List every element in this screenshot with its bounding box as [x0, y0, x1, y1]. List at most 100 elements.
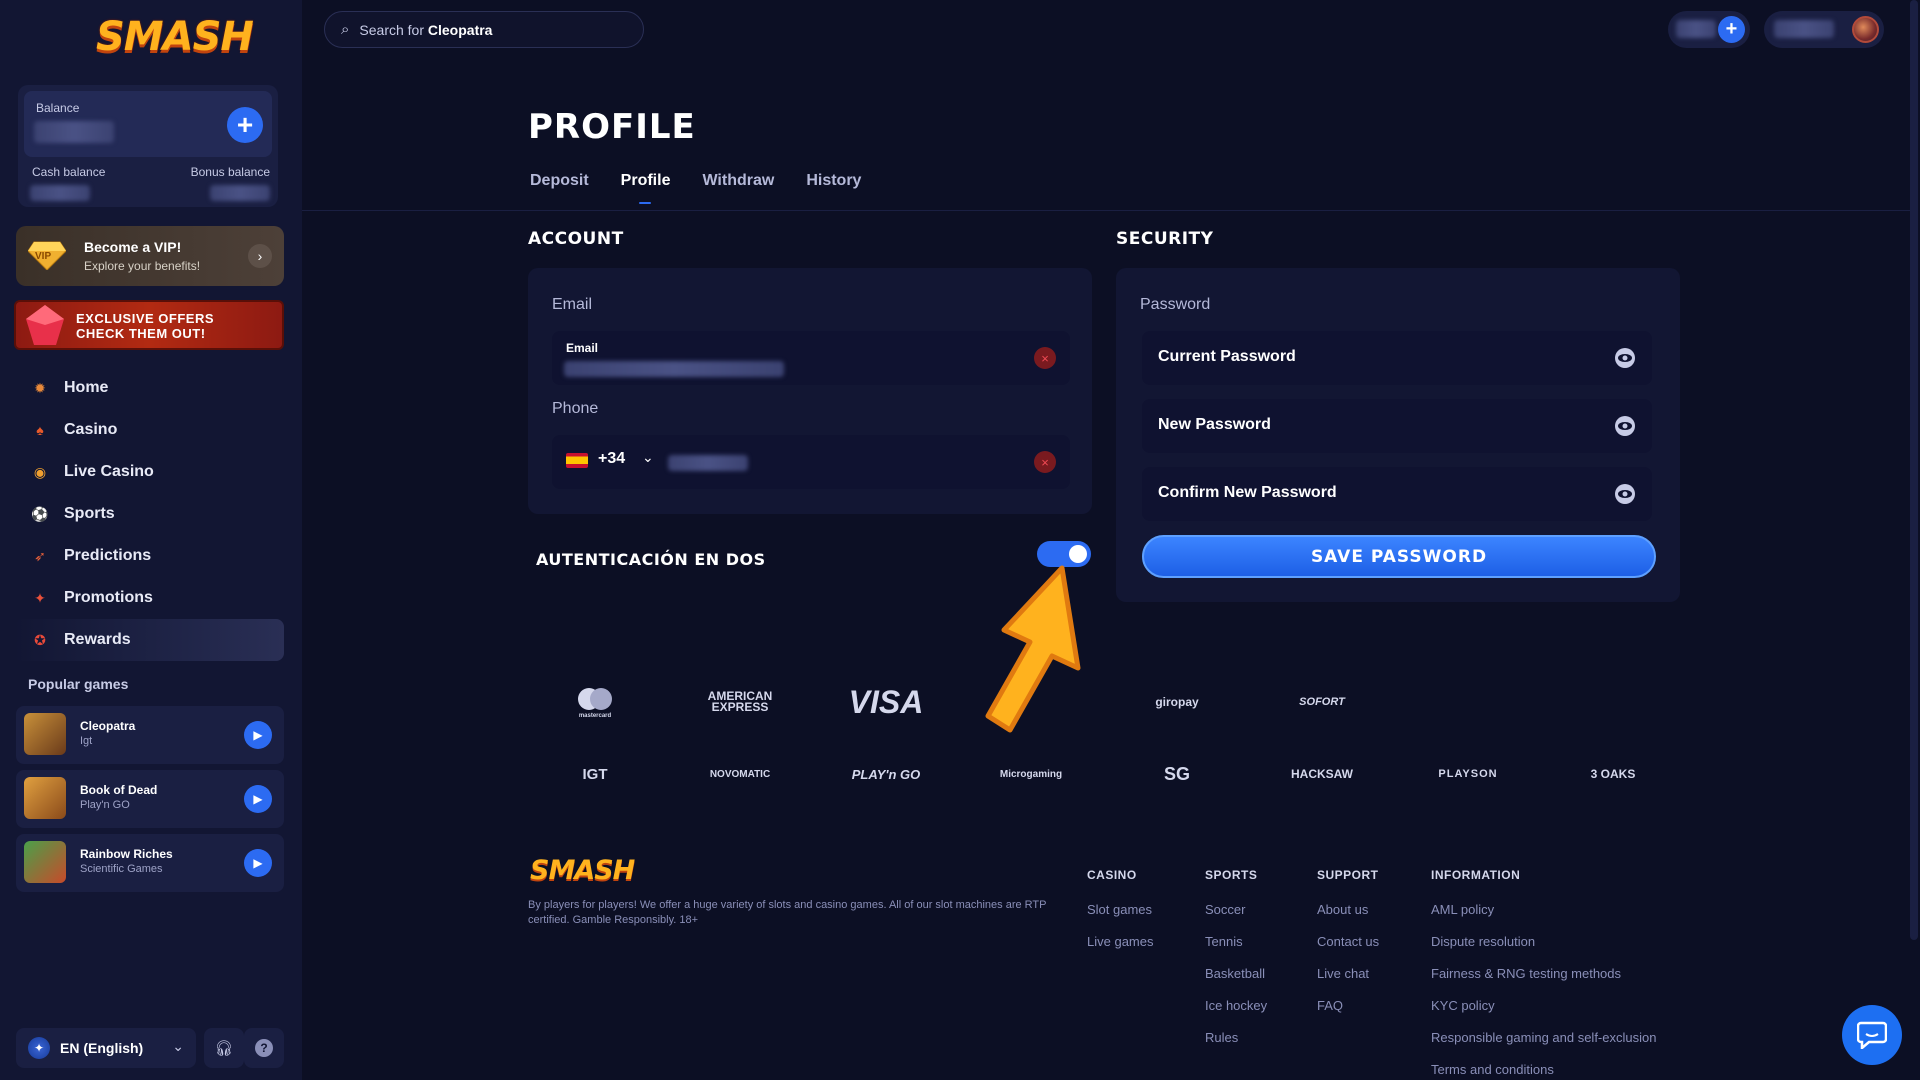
chevron-right-icon[interactable]: › — [248, 244, 272, 268]
confirm-password-field[interactable]: Confirm New Password — [1142, 467, 1652, 521]
help-button[interactable]: ? — [244, 1028, 284, 1068]
current-password-field[interactable]: Current Password — [1142, 331, 1652, 385]
home-icon: ✹ — [34, 379, 46, 396]
close-icon: × — [1041, 454, 1049, 470]
game-provider: Igt — [80, 735, 93, 747]
footer-link[interactable]: Rules — [1205, 1030, 1267, 1062]
page-title: PROFILE — [528, 107, 696, 147]
language-selector[interactable]: ✦ EN (English) ⌄ — [16, 1028, 196, 1068]
nav-item-predictions[interactable]: ➶ Predictions — [14, 535, 284, 577]
game-item[interactable]: Book of Dead Play'n GO ▶ — [16, 770, 284, 828]
balance-card: Balance + Cash balance Bonus balance — [18, 85, 278, 207]
footer-link[interactable]: Basketball — [1205, 966, 1267, 998]
footer-link[interactable]: FAQ — [1317, 998, 1379, 1030]
support-button[interactable]: 🎧︎ — [204, 1028, 244, 1068]
cash-balance-label: Cash balance — [32, 165, 106, 179]
sofort-logo: SOFORT — [1299, 696, 1345, 708]
nav-item-sports[interactable]: ⚽ Sports — [14, 493, 284, 535]
footer-link[interactable]: Terms and conditions — [1431, 1062, 1656, 1080]
vip-title: Become a VIP! — [84, 239, 182, 255]
footer-link[interactable]: KYC policy — [1431, 998, 1656, 1030]
search-bar[interactable]: ⌕ Search for Cleopatra — [324, 11, 644, 48]
email-field[interactable]: Email × — [552, 331, 1070, 385]
phone-value-hidden — [668, 455, 748, 471]
nav-label: Rewards — [64, 631, 131, 648]
search-prefix: Search for — [359, 21, 424, 38]
help-icon: ? — [255, 1039, 273, 1057]
tab-history[interactable]: History — [806, 172, 861, 204]
footer-link[interactable]: Contact us — [1317, 934, 1379, 966]
clear-email-button[interactable]: × — [1034, 347, 1056, 369]
phone-field[interactable]: +34 ⌄ × — [552, 435, 1070, 489]
eye-icon[interactable] — [1614, 347, 1636, 369]
footer-link[interactable]: Ice hockey — [1205, 998, 1267, 1030]
account-panel: Email Email × Phone +34 ⌄ × — [528, 268, 1092, 514]
footer-col-sports: SPORTS Soccer Tennis Basketball Ice hock… — [1205, 868, 1267, 1062]
country-code[interactable]: +34 — [598, 450, 625, 468]
offers-line-2: CHECK THEM OUT! — [76, 326, 206, 341]
game-item[interactable]: Rainbow Riches Scientific Games ▶ — [16, 834, 284, 892]
footer-link[interactable]: AML policy — [1431, 902, 1656, 934]
footer-link[interactable]: Dispute resolution — [1431, 934, 1656, 966]
arrow-pointer-icon — [985, 565, 1081, 733]
footer-link[interactable]: Soccer — [1205, 902, 1267, 934]
nav-item-rewards[interactable]: ✪ Rewards — [14, 619, 284, 661]
bonus-balance-label: Bonus balance — [190, 165, 270, 179]
play-icon: ▶ — [253, 856, 263, 870]
smash-logo[interactable]: SMASH — [96, 14, 254, 60]
promo-icon: ✦ — [34, 589, 46, 606]
footer-link[interactable]: Tennis — [1205, 934, 1267, 966]
chip-icon: ◉ — [33, 463, 47, 480]
nav-label: Sports — [64, 505, 115, 522]
footer-logo[interactable]: SMASH — [530, 855, 635, 886]
game-item[interactable]: Cleopatra Igt ▶ — [16, 706, 284, 764]
footer-link[interactable]: Live chat — [1317, 966, 1379, 998]
chevron-down-icon[interactable]: ⌄ — [642, 449, 654, 466]
play-button[interactable]: ▶ — [244, 785, 272, 813]
new-password-field[interactable]: New Password — [1142, 399, 1652, 453]
footer-link[interactable]: About us — [1317, 902, 1379, 934]
clear-phone-button[interactable]: × — [1034, 451, 1056, 473]
top-deposit-button[interactable]: + — [1718, 16, 1745, 43]
footer-link[interactable]: Slot games — [1087, 902, 1153, 934]
scrollbar[interactable] — [1910, 0, 1918, 940]
eye-icon[interactable] — [1614, 483, 1636, 505]
top-balance-pill[interactable]: + — [1668, 11, 1750, 48]
tab-deposit[interactable]: Deposit — [530, 172, 589, 204]
visa-logo: VISA — [848, 683, 924, 720]
play-icon: ▶ — [253, 728, 263, 742]
nav-item-promotions[interactable]: ✦ Promotions — [14, 577, 284, 619]
game-name: Rainbow Riches — [80, 847, 173, 861]
vip-banner[interactable]: VIP Become a VIP! Explore your benefits!… — [16, 226, 284, 286]
sg-logo: SG — [1163, 763, 1190, 784]
nav-item-live-casino[interactable]: ◉ Live Casino — [14, 451, 284, 493]
play-button[interactable]: ▶ — [244, 721, 272, 749]
account-title: ACCOUNT — [528, 229, 624, 249]
footer-link[interactable]: Live games — [1087, 934, 1153, 966]
3oaks-logo: 3 OAKS — [1590, 767, 1636, 781]
exclusive-offers-banner[interactable]: EXCLUSIVE OFFERS CHECK THEM OUT! — [14, 300, 284, 350]
game-thumbnail — [24, 777, 66, 819]
game-thumbnail — [24, 713, 66, 755]
play-button[interactable]: ▶ — [244, 849, 272, 877]
game-name: Book of Dead — [80, 783, 158, 797]
ball-icon: ⚽ — [31, 505, 49, 522]
nav-item-home[interactable]: ✹ Home — [14, 367, 284, 409]
tab-profile[interactable]: Profile — [621, 172, 670, 204]
eye-icon[interactable] — [1614, 415, 1636, 437]
novomatic-logo: NOVOMATIC — [709, 768, 771, 780]
save-password-button[interactable]: SAVE PASSWORD — [1142, 535, 1656, 578]
nav-item-casino[interactable]: ♠ Casino — [14, 409, 284, 451]
profile-tabs: Deposit Profile Withdraw History — [530, 172, 893, 204]
email-section-label: Email — [552, 296, 593, 313]
mastercard-icon: mastercard — [578, 688, 612, 719]
email-field-label: Email — [566, 341, 599, 355]
tab-withdraw[interactable]: Withdraw — [702, 172, 774, 204]
search-term: Cleopatra — [427, 21, 493, 38]
footer-link[interactable]: Responsible gaming and self-exclusion — [1431, 1030, 1656, 1062]
add-funds-button[interactable]: + — [227, 107, 263, 143]
live-chat-button[interactable] — [1842, 1005, 1902, 1065]
avatar[interactable] — [1852, 16, 1879, 43]
profile-pill[interactable] — [1764, 11, 1884, 48]
footer-link[interactable]: Fairness & RNG testing methods — [1431, 966, 1656, 998]
